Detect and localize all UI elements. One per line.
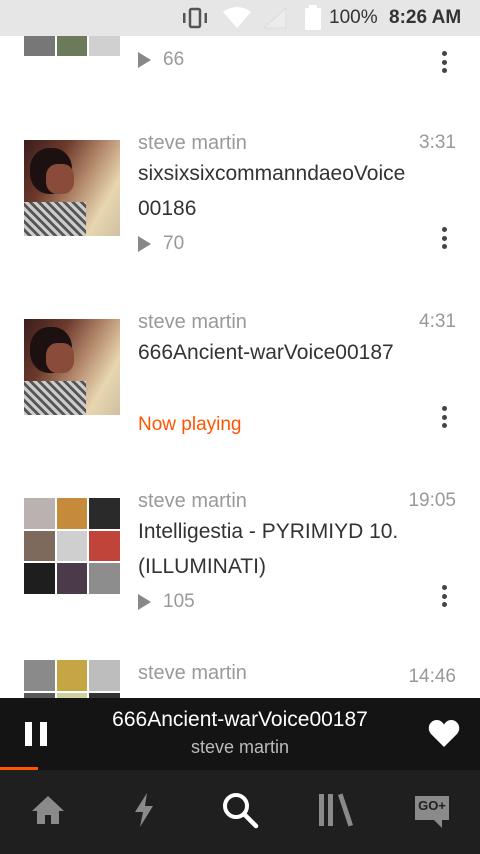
nav-search[interactable] xyxy=(192,770,288,854)
track-item[interactable]: steve martin 14:46 xyxy=(0,660,480,698)
play-count: 105 xyxy=(138,590,195,614)
track-artwork xyxy=(24,319,120,415)
wifi-icon xyxy=(222,0,252,36)
track-duration: 3:31 xyxy=(419,132,456,153)
track-title[interactable]: 666Ancient-warVoice00187 xyxy=(138,335,410,370)
go-plus-label: GO+ xyxy=(418,798,446,813)
play-count-value: 66 xyxy=(163,49,185,70)
track-artist[interactable]: steve martin xyxy=(138,490,247,513)
vibrate-icon xyxy=(180,0,210,36)
battery-level: 100% xyxy=(329,7,378,28)
pause-button[interactable] xyxy=(25,722,47,746)
nav-stream[interactable] xyxy=(96,770,192,854)
play-count-icon xyxy=(138,594,151,610)
track-duration: 4:31 xyxy=(419,311,456,332)
status-bar: 100% 8:26 AM xyxy=(0,0,480,36)
track-artist[interactable]: steve martin xyxy=(138,311,247,334)
play-count-value: 70 xyxy=(163,233,185,254)
bottom-nav: GO+ xyxy=(0,770,480,854)
play-count: 66 xyxy=(138,48,184,72)
play-count-icon xyxy=(138,236,151,252)
now-playing-label: Now playing xyxy=(138,414,242,435)
track-duration: 19:05 xyxy=(408,490,456,511)
home-icon xyxy=(30,794,66,831)
nav-library[interactable] xyxy=(288,770,384,854)
more-options-button[interactable] xyxy=(432,582,456,610)
search-icon xyxy=(221,791,259,834)
like-button[interactable] xyxy=(428,718,460,748)
play-count: 70 xyxy=(138,232,184,256)
track-title[interactable]: Intelligestia - PYRIMIYD 10. (ILLUMINATI… xyxy=(138,514,410,584)
track-artwork xyxy=(24,498,120,594)
mini-player-artist[interactable]: steve martin xyxy=(80,737,400,758)
signal-icon xyxy=(262,0,288,36)
track-item[interactable]: steve martin 3:31 sixsixsixcommanndaeoVo… xyxy=(0,132,480,319)
play-count-icon xyxy=(138,52,151,68)
track-artist[interactable]: steve martin xyxy=(138,132,247,155)
lightning-icon xyxy=(132,792,156,833)
nav-home[interactable] xyxy=(0,770,96,854)
nav-go-plus[interactable]: GO+ xyxy=(384,770,480,854)
battery-icon xyxy=(304,0,322,36)
play-count-value: 105 xyxy=(163,591,195,612)
track-title[interactable]: sixsixsixcommanndaeoVoice00186 xyxy=(138,156,410,226)
track-item-now-playing[interactable]: steve martin 4:31 666Ancient-warVoice001… xyxy=(0,311,480,498)
track-artist[interactable]: steve martin xyxy=(138,662,247,685)
track-artwork xyxy=(24,140,120,236)
track-artwork xyxy=(24,660,120,698)
track-list: 66 steve martin 3:31 sixsixsixcommanndae… xyxy=(0,0,480,698)
more-options-button[interactable] xyxy=(432,403,456,431)
mini-player[interactable]: 666Ancient-warVoice00187 steve martin xyxy=(0,698,480,770)
track-duration: 14:46 xyxy=(408,666,456,687)
mini-player-title[interactable]: 666Ancient-warVoice00187 xyxy=(80,708,400,732)
clock: 8:26 AM xyxy=(389,7,462,28)
more-options-button[interactable] xyxy=(432,224,456,252)
more-options-button[interactable] xyxy=(432,48,456,76)
library-icon xyxy=(317,792,355,833)
go-plus-icon: GO+ xyxy=(414,795,450,829)
track-item[interactable]: steve martin 19:05 Intelligestia - PYRIM… xyxy=(0,490,480,677)
